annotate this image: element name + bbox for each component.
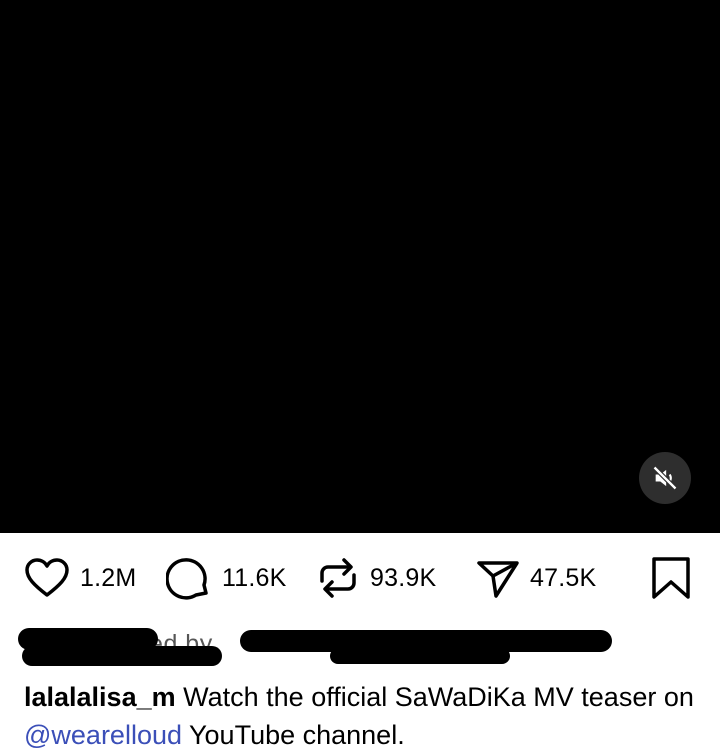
repost-button[interactable]: 93.9K (316, 550, 436, 606)
caption-text-end: YouTube channel. (189, 720, 405, 750)
repost-icon (320, 558, 356, 598)
speaker-muted-icon (652, 465, 678, 491)
liked-by-summary[interactable]: iked by others (0, 626, 720, 666)
caption-text: Watch the official SaWaDiKa MV teaser on (183, 682, 694, 712)
comment-bubble-icon (166, 558, 208, 600)
caption-username[interactable]: lalalalisa_m (24, 682, 176, 712)
mute-toggle-button[interactable] (639, 452, 691, 504)
repost-count: 93.9K (370, 563, 437, 592)
send-icon (477, 561, 519, 598)
post-actions-bar: 1.2M 11.6K 93.9K 47.5K (0, 550, 720, 606)
like-button[interactable]: 1.2M (24, 550, 136, 606)
comment-button[interactable]: 11.6K (166, 550, 286, 606)
video-player[interactable] (0, 0, 720, 533)
comment-count: 11.6K (222, 563, 287, 592)
share-count: 47.5K (530, 563, 597, 592)
redaction-mark (22, 646, 222, 666)
like-count: 1.2M (80, 563, 137, 592)
bookmark-icon[interactable] (650, 556, 692, 600)
post-caption: lalalalisa_m Watch the official SaWaDiKa… (24, 678, 704, 754)
share-button[interactable]: 47.5K (476, 550, 596, 606)
redaction-mark (330, 648, 510, 664)
caption-mention[interactable]: @wearelloud (24, 720, 182, 750)
heart-icon (25, 558, 69, 597)
